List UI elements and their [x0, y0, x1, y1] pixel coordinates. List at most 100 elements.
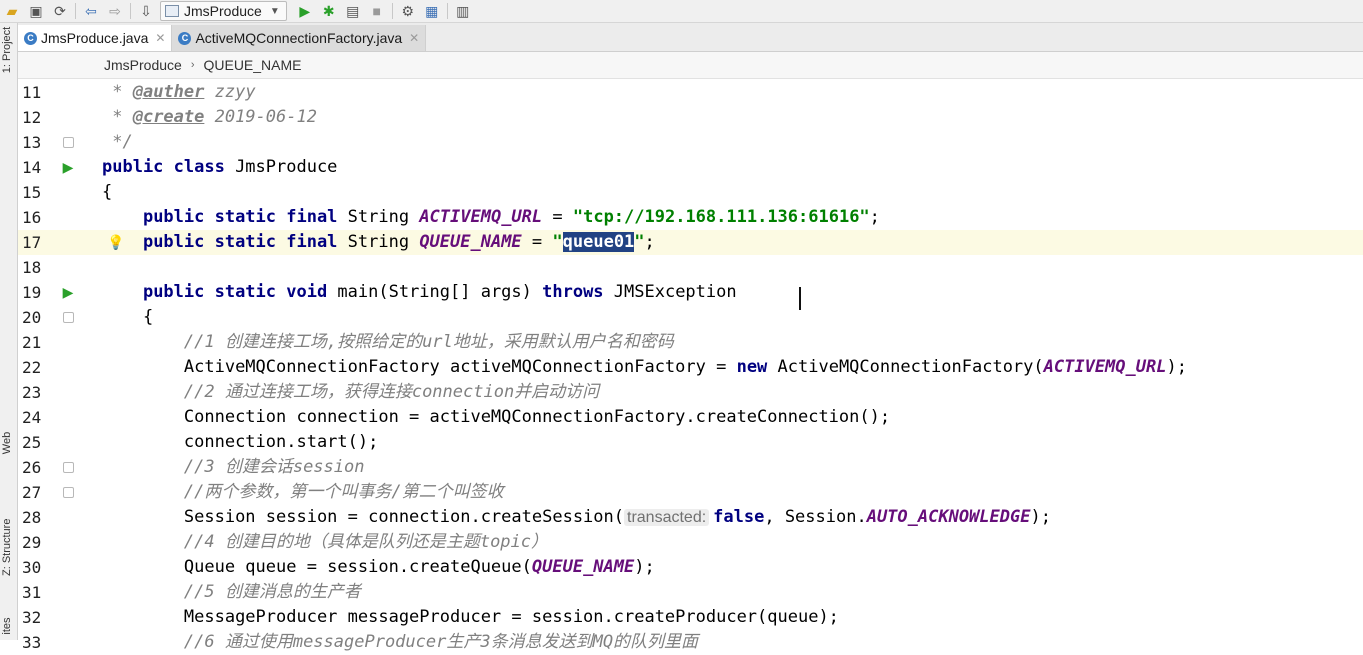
breadcrumb-field[interactable]: QUEUE_NAME: [203, 57, 301, 73]
tab-label: ActiveMQConnectionFactory.java: [195, 30, 403, 46]
code-line: 26 //3 创建会话session: [18, 455, 1363, 480]
sync-icon[interactable]: ⟳: [48, 1, 72, 21]
code-line: 12 * @create 2019-06-12: [18, 105, 1363, 130]
tab-jmsproduce[interactable]: C JmsProduce.java ✕: [18, 25, 173, 51]
run-main-icon[interactable]: ▶: [58, 280, 78, 305]
line-number: 27: [22, 483, 42, 502]
javadoc-tag: @create: [132, 107, 205, 127]
terminator: );: [1166, 357, 1187, 377]
java-class-icon: C: [178, 31, 192, 45]
type-name: String: [337, 232, 420, 252]
code-line: 18: [18, 255, 1363, 280]
line-number: 24: [22, 408, 42, 427]
run-icon[interactable]: ▶: [293, 1, 317, 21]
code-line: 25 connection.start();: [18, 430, 1363, 455]
type-name: String: [337, 207, 420, 227]
code-line: 23 //2 通过连接工场，获得连接connection并启动访问: [18, 380, 1363, 405]
brace: {: [142, 307, 154, 327]
code-text: Connection connection = activeMQConnecti…: [102, 405, 890, 430]
constant: ACTIVEMQ_URL: [1043, 357, 1167, 377]
line-number: 31: [22, 583, 42, 602]
line-number: 29: [22, 533, 42, 552]
forward-icon[interactable]: ⇨: [103, 1, 127, 21]
close-icon[interactable]: ✕: [409, 31, 419, 45]
statement: Queue queue = session.createQueue(: [183, 557, 532, 577]
comment-text: zzyy: [204, 82, 256, 102]
string-literal: "tcp://192.168.111.136:61616": [572, 207, 870, 227]
line-number: 11: [22, 83, 42, 102]
code-text: MessageProducer messageProducer = sessio…: [102, 605, 839, 630]
keyword: throws: [542, 282, 604, 302]
code-text: //5 创建消息的生产者: [102, 580, 361, 605]
back-icon[interactable]: ⇦: [79, 1, 103, 21]
keyword: public static final: [142, 207, 338, 227]
project-tool-button[interactable]: 1: Project: [1, 24, 15, 76]
statement: ActiveMQConnectionFactory activeMQConnec…: [183, 357, 737, 377]
comment-text: //4 创建目的地（具体是队列还是主题topic）: [183, 532, 549, 552]
fold-marker-icon[interactable]: [58, 480, 78, 505]
fold-marker-icon[interactable]: [58, 455, 78, 480]
terminator: );: [1030, 507, 1051, 527]
stop-icon[interactable]: ■: [365, 1, 389, 21]
code-line: 13 */: [18, 130, 1363, 155]
deploy-icon[interactable]: ▥: [451, 1, 475, 21]
code-line: 22 ActiveMQConnectionFactory activeMQCon…: [18, 355, 1363, 380]
code-editor[interactable]: 11 * @auther zzyy 12 * @create 2019-06-1…: [18, 80, 1363, 652]
open-folder-icon[interactable]: ▰: [0, 1, 24, 21]
line-number: 28: [22, 508, 42, 527]
close-icon[interactable]: ✕: [155, 31, 165, 45]
code-text: * @auther zzyy: [102, 80, 256, 105]
left-tool-strip: 1: Project Web Z: Structure ites: [0, 23, 18, 640]
code-line: 21 //1 创建连接工场,按照给定的url地址，采用默认用户名和密码: [18, 330, 1363, 355]
fold-marker-icon[interactable]: [58, 305, 78, 330]
code-text: //1 创建连接工场,按照给定的url地址，采用默认用户名和密码: [102, 330, 674, 355]
toolbar-divider: [75, 3, 76, 19]
statement: Session session = connection.createSessi…: [183, 507, 624, 527]
keyword: public class: [102, 157, 225, 177]
build-icon[interactable]: ⇩: [134, 1, 158, 21]
identifier: JmsProduce: [224, 157, 338, 177]
structure-tool-button[interactable]: Z: Structure: [1, 519, 15, 576]
code-line: 19 ▶ public static void main(String[] ar…: [18, 280, 1363, 305]
run-class-icon[interactable]: ▶: [58, 155, 78, 180]
selected-text: queue01: [562, 232, 635, 252]
code-text: public static final String QUEUE_NAME = …: [102, 230, 655, 255]
sdk-icon[interactable]: ▦: [420, 1, 444, 21]
comment-text: //2 通过连接工场，获得连接connection并启动访问: [183, 382, 600, 402]
fold-marker-icon[interactable]: [58, 130, 78, 155]
line-number: 15: [22, 183, 42, 202]
method-signature: main(String[] args): [327, 282, 543, 302]
code-line: 15 {: [18, 180, 1363, 205]
coverage-icon[interactable]: ▤: [341, 1, 365, 21]
toolbar-divider: [391, 3, 393, 19]
breadcrumb-class[interactable]: JmsProduce: [104, 57, 182, 73]
line-number: 26: [22, 458, 42, 477]
debug-icon[interactable]: ✱: [317, 1, 341, 21]
line-number: 30: [22, 558, 42, 577]
code-line: 24 Connection connection = activeMQConne…: [18, 405, 1363, 430]
statement: Connection connection = activeMQConnecti…: [183, 407, 891, 427]
constant: QUEUE_NAME: [419, 232, 522, 252]
code-line: 28 Session session = connection.createSe…: [18, 505, 1363, 530]
code-text: //两个参数，第一个叫事务/第二个叫签收: [102, 480, 504, 505]
project-structure-icon[interactable]: ⚙: [396, 1, 420, 21]
statement: MessageProducer messageProducer = sessio…: [183, 607, 839, 627]
comment-text: 2019-06-12: [204, 107, 317, 127]
code-text: //3 创建会话session: [102, 455, 365, 480]
comment-text: *: [102, 82, 133, 102]
constant: QUEUE_NAME: [531, 557, 635, 577]
comment-text: //1 创建连接工场,按照给定的url地址，采用默认用户名和密码: [183, 332, 674, 352]
tab-activemqconnectionfactory[interactable]: C ActiveMQConnectionFactory.java ✕: [172, 25, 427, 51]
run-configuration-select[interactable]: JmsProduce ▼: [160, 1, 287, 21]
web-tool-button[interactable]: Web: [1, 417, 15, 469]
code-line: 27 //两个参数，第一个叫事务/第二个叫签收: [18, 480, 1363, 505]
string-quote: ": [552, 232, 563, 252]
code-text: {: [102, 305, 153, 330]
code-text: {: [102, 182, 113, 202]
favorites-tool-button[interactable]: ites: [1, 600, 15, 652]
code-line: 20 {: [18, 305, 1363, 330]
line-number: 19: [22, 283, 42, 302]
constant: ACTIVEMQ_URL: [419, 207, 543, 227]
comment-text: //6 通过使用messageProducer生产3条消息发送到MQ的队列里面: [183, 632, 699, 652]
save-icon[interactable]: ▣: [24, 1, 48, 21]
